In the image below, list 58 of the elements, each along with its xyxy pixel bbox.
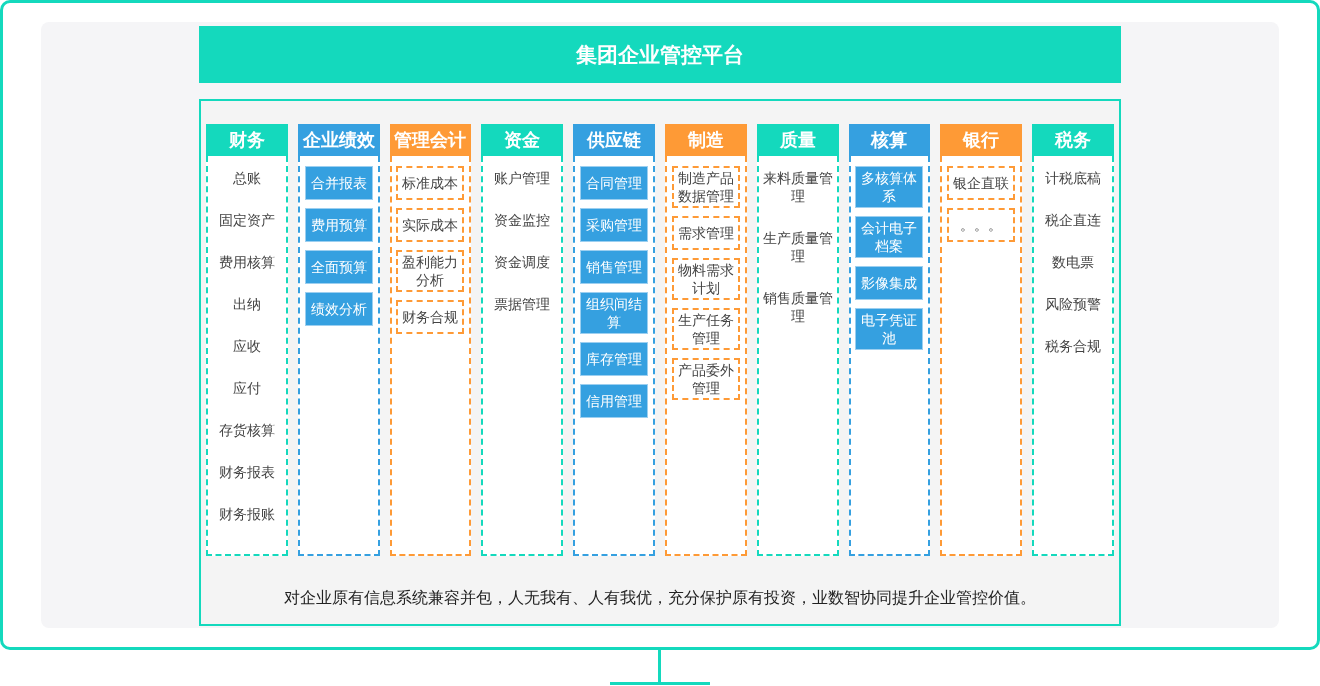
module-item: 盈利能力分析 (396, 250, 465, 292)
footer-text: 对企业原有信息系统兼容并包，人无我有、人有我优，充分保护原有投资，业数智协同提升企业管控价值。 (283, 588, 1037, 608)
column-header: 税务 (1032, 124, 1114, 156)
module-item: 物料需求计划 (671, 258, 740, 300)
module-item: 财务合规 (396, 300, 465, 334)
column-header: 企业绩效 (297, 124, 380, 156)
module-item: 会计电子档案 (855, 216, 924, 258)
module-item: 信用管理 (580, 384, 649, 418)
module-item: 风险预警 (1044, 295, 1103, 314)
module-item: 票据管理 (493, 295, 552, 314)
module-item: 影像集成 (855, 266, 924, 300)
module-item: 应付 (231, 379, 262, 398)
column-header: 供应链 (573, 124, 655, 156)
module-item: 来料质量管理 (762, 169, 833, 206)
module-item: 资金调度 (493, 253, 552, 272)
module-item: 多核算体系 (855, 166, 924, 208)
module-item: 费用预算 (304, 208, 373, 242)
column-header: 银行 (940, 124, 1023, 156)
module-item: 总账 (231, 169, 262, 188)
module-item: 需求管理 (671, 216, 740, 250)
module-item: 电子凭证池 (855, 308, 924, 350)
module-item: 销售管理 (580, 250, 649, 284)
module-item: 库存管理 (580, 342, 649, 376)
column-header: 资金 (481, 124, 564, 156)
module-item: 出纳 (231, 295, 262, 314)
module-item: 。。。 (947, 208, 1016, 242)
module-item: 税企直连 (1044, 211, 1103, 230)
module-item: 实际成本 (396, 208, 465, 242)
module-item: 数电票 (1051, 253, 1096, 272)
module-item: 财务报表 (217, 463, 276, 482)
module-item: 销售质量管理 (762, 289, 833, 326)
module-item: 合并报表 (304, 166, 373, 200)
column-header: 质量 (756, 124, 839, 156)
module-item: 应收 (231, 337, 262, 356)
module-item: 财务报账 (217, 505, 276, 524)
module-item: 计税底稿 (1044, 169, 1103, 188)
column-header: 制造 (665, 124, 747, 156)
module-item: 账户管理 (493, 169, 552, 188)
module-item: 存货核算 (217, 421, 276, 440)
module-item: 生产任务管理 (671, 308, 740, 350)
module-item: 产品委外管理 (671, 358, 740, 400)
module-item: 税务合规 (1044, 337, 1103, 356)
module-item: 采购管理 (580, 208, 649, 242)
module-item: 费用核算 (217, 253, 276, 272)
module-item: 全面预算 (304, 250, 373, 284)
module-item: 标准成本 (396, 166, 465, 200)
module-item: 银企直联 (947, 166, 1016, 200)
module-item: 制造产品数据管理 (671, 166, 740, 208)
column-header: 核算 (848, 124, 931, 156)
column-header: 财务 (206, 124, 288, 156)
column-header: 管理会计 (389, 124, 472, 156)
module-item: 生产质量管理 (762, 229, 833, 266)
platform-title: 集团企业管控平台 (199, 26, 1121, 83)
module-item: 固定资产 (217, 211, 276, 230)
module-item: 组织间结算 (580, 292, 649, 334)
module-item: 合同管理 (580, 166, 649, 200)
module-item: 资金监控 (493, 211, 552, 230)
module-item: 绩效分析 (304, 292, 373, 326)
